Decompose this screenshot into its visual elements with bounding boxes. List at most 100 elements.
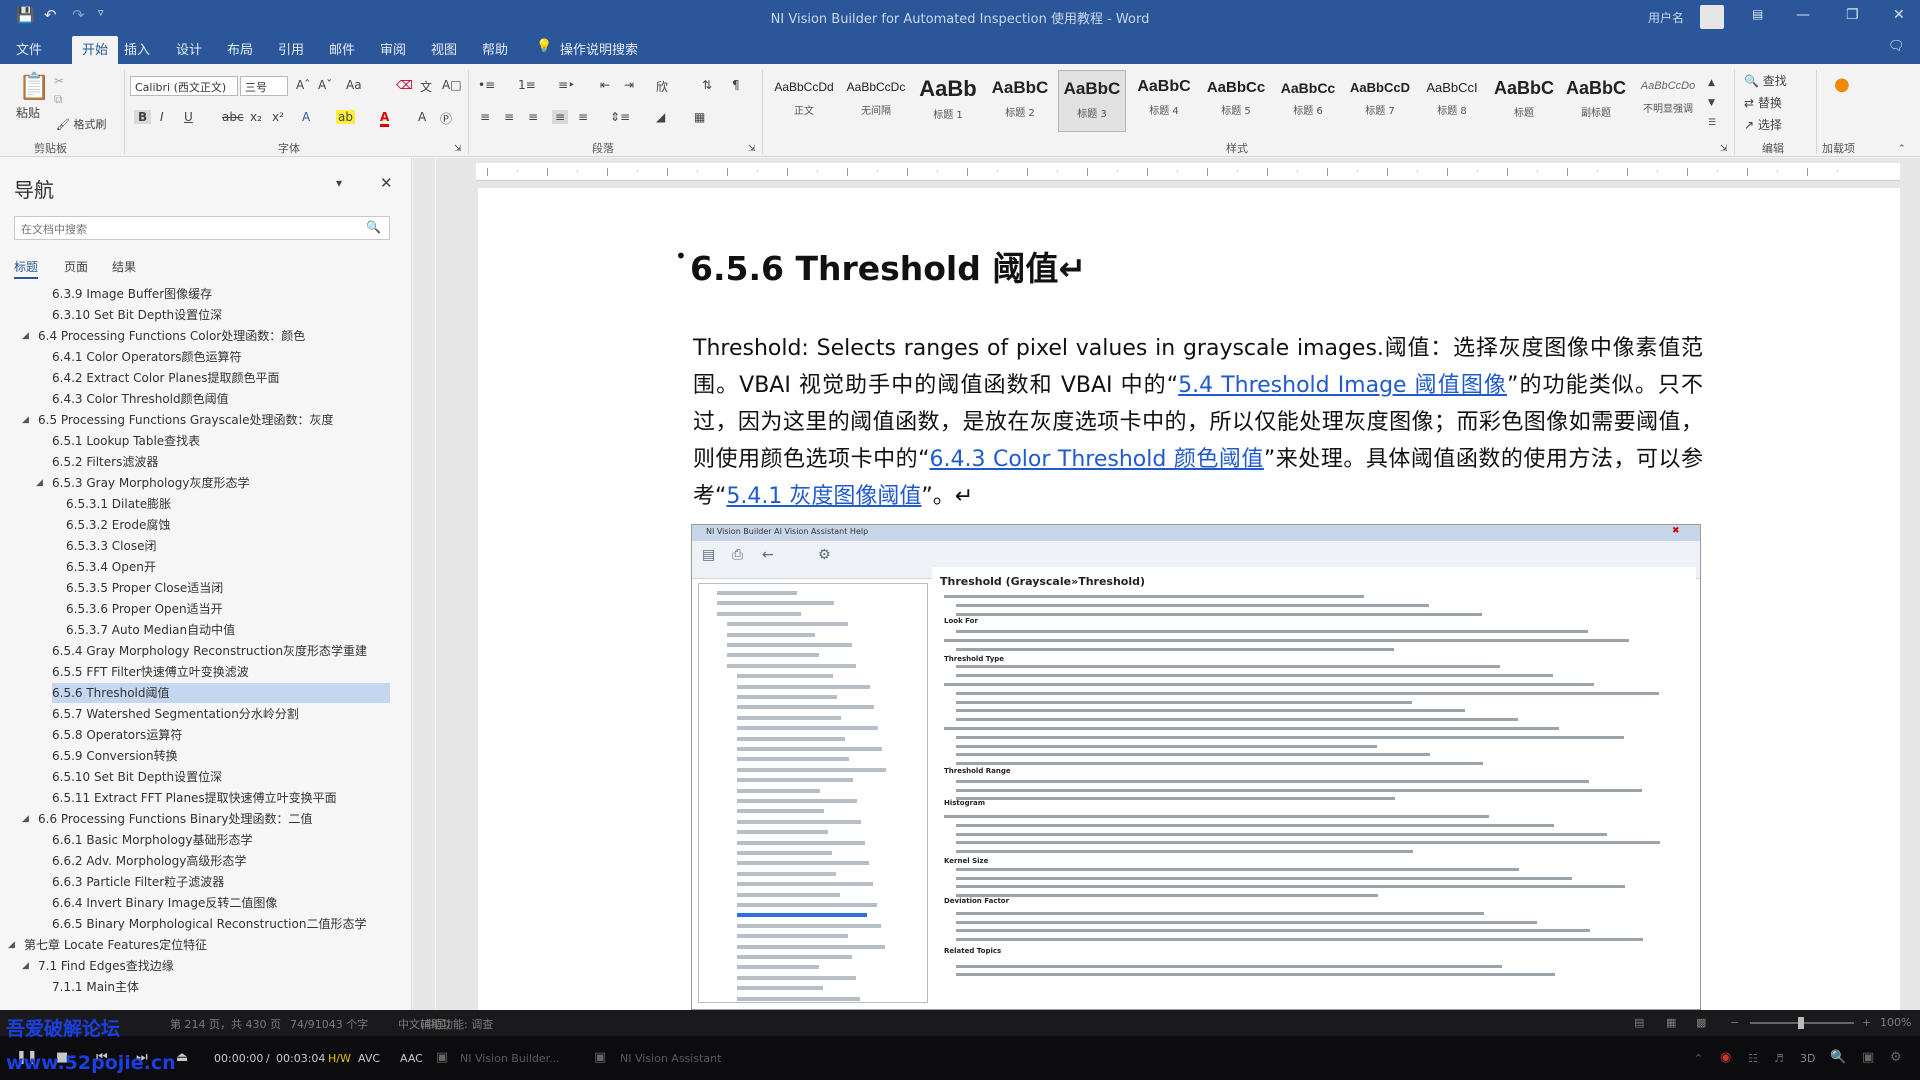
nav-heading-item[interactable]: 6.5.3.2 Erode腐蚀 [66, 515, 390, 535]
paste-icon[interactable]: 📋 [18, 72, 50, 102]
nav-heading-item[interactable]: 6.6 Processing Functions Binary处理函数：二值 [38, 809, 390, 829]
nav-close-icon[interactable]: ✕ [380, 174, 393, 192]
styles-scroll-up-icon[interactable]: ▲ [1708, 78, 1715, 88]
style-heading-4[interactable]: AaBbC 标题 4 [1130, 70, 1198, 132]
nav-heading-item[interactable]: 第七章 Locate Features定位特征 [24, 935, 390, 955]
web-layout-icon[interactable]: ▩ [1696, 1016, 1706, 1029]
tray-record-icon[interactable]: ◉ [1720, 1050, 1731, 1065]
tray-chevron-icon[interactable]: ⌃ [1694, 1052, 1703, 1065]
style-no-spacing[interactable]: AaBbCcDc 无间隔 [842, 70, 910, 132]
nav-heading-item[interactable]: 6.4 Processing Functions Color处理函数：颜色 [38, 326, 390, 346]
styles-dialog-launcher-icon[interactable]: ⇲ [1720, 144, 1728, 154]
tell-me-search[interactable]: 操作说明搜索 [560, 39, 638, 58]
tray-volume-icon[interactable]: ♬ [1774, 1052, 1784, 1065]
nav-heading-item[interactable]: 6.3.10 Set Bit Depth设置位深 [52, 305, 390, 325]
style-heading-6[interactable]: AaBbCc 标题 6 [1274, 70, 1342, 132]
restore-button[interactable]: ❐ [1846, 7, 1859, 23]
style-heading-5[interactable]: AaBbCc 标题 5 [1202, 70, 1270, 132]
font-color-icon[interactable]: A [380, 110, 390, 127]
font-dialog-launcher-icon[interactable]: ⇲ [454, 144, 462, 154]
borders-icon[interactable]: ▦ [694, 110, 705, 124]
show-marks-icon[interactable]: ¶ [732, 78, 740, 92]
link-color-threshold[interactable]: 6.4.3 Color Threshold 颜色阈值 [930, 447, 1264, 472]
customize-quick-access-icon[interactable]: ▿ [98, 6, 104, 19]
shading-icon[interactable]: ◢ [656, 110, 665, 124]
styles-scroll-down-icon[interactable]: ▼ [1708, 98, 1715, 108]
nav-heading-item[interactable]: 6.6.2 Adv. Morphology高级形态学 [52, 851, 390, 871]
nav-heading-item[interactable]: 6.6.1 Basic Morphology基础形态学 [52, 830, 390, 850]
tab-mailings[interactable]: 邮件 [329, 39, 355, 58]
nav-heading-item[interactable]: 6.5.9 Conversion转换 [52, 746, 390, 766]
sort-icon[interactable]: ⇅ [702, 78, 712, 92]
character-shading-icon[interactable]: A [418, 110, 426, 124]
change-case-icon[interactable]: Aa [346, 78, 362, 92]
clear-format-icon[interactable]: ⌫ [396, 78, 413, 92]
print-layout-icon[interactable]: ▦ [1666, 1016, 1676, 1029]
align-left-icon[interactable]: ≡ [480, 110, 490, 124]
grow-font-icon[interactable]: Aˆ [296, 78, 310, 92]
zoom-level[interactable]: 100% [1880, 1016, 1911, 1029]
align-center-icon[interactable]: ≡ [504, 110, 514, 124]
word-count[interactable]: 74/91043 个字 [290, 1016, 368, 1032]
style-subtle-emphasis[interactable]: AaBbCcDo 不明显强调 [1634, 70, 1702, 132]
nav-heading-item[interactable]: 6.5.7 Watershed Segmentation分水岭分割 [52, 704, 390, 724]
multilevel-list-icon[interactable]: ≡‣ [558, 78, 575, 92]
user-name[interactable]: 用户名 [1648, 9, 1684, 26]
nav-heading-item[interactable]: 6.5.4 Gray Morphology Reconstruction灰度形态… [52, 641, 390, 661]
tab-references[interactable]: 引用 [278, 39, 304, 58]
nav-collapse-caret[interactable]: ◢ [22, 415, 29, 425]
document-page[interactable]: • 6.5.6 Threshold 阈值↵ Threshold: Selects… [478, 188, 1900, 1010]
strikethrough-icon[interactable]: abc [222, 110, 244, 124]
nav-heading-item[interactable]: 6.5.2 Filters滤波器 [52, 452, 390, 472]
phonetic-guide-icon[interactable]: 文 [420, 78, 432, 95]
distributed-icon[interactable]: ≡ [578, 110, 588, 124]
cut-icon[interactable]: ✂ [54, 74, 64, 88]
nav-heading-item[interactable]: 6.5 Processing Functions Grayscale处理函数：灰… [38, 410, 390, 430]
zoom-in-icon[interactable]: + [1862, 1016, 1871, 1029]
nav-heading-item[interactable]: 6.4.3 Color Threshold颜色阈值 [52, 389, 390, 409]
select-button[interactable]: ↗ 选择 [1744, 116, 1782, 133]
bold-button[interactable]: B [134, 110, 152, 124]
style-heading-7[interactable]: AaBbCcD 标题 7 [1346, 70, 1414, 132]
nav-heading-item[interactable]: 6.5.10 Set Bit Depth设置位深 [52, 767, 390, 787]
nav-search-input[interactable]: 在文档中搜索 [14, 216, 390, 240]
styles-more-icon[interactable]: ☰ [1708, 118, 1716, 128]
zoom-out-icon[interactable]: − [1730, 1016, 1739, 1029]
taskbar-app-icon[interactable]: ▣ [436, 1050, 448, 1065]
collapse-ribbon-icon[interactable]: ⌃ [1898, 144, 1906, 154]
nav-heading-item[interactable]: 6.4.1 Color Operators颜色运算符 [52, 347, 390, 367]
subscript-icon[interactable]: x₂ [250, 110, 262, 124]
numbering-icon[interactable]: 1≡ [518, 78, 536, 92]
settings-icon[interactable]: ⚙ [1890, 1050, 1902, 1065]
enclose-characters-icon[interactable]: Ⓟ [440, 110, 452, 127]
read-mode-icon[interactable]: ▤ [1634, 1016, 1644, 1029]
page-count[interactable]: 第 214 页，共 430 页 [170, 1016, 281, 1032]
align-right-icon[interactable]: ≡ [528, 110, 538, 124]
minimize-button[interactable]: — [1796, 7, 1810, 23]
tray-fullscreen-icon[interactable]: ▣ [1862, 1050, 1874, 1065]
nav-collapse-caret[interactable]: ◢ [22, 814, 29, 824]
find-button[interactable]: 🔍 查找 [1744, 72, 1787, 89]
nav-tab-headings[interactable]: 标题 [14, 258, 39, 279]
bullets-icon[interactable]: •≡ [478, 78, 495, 92]
style-heading-2[interactable]: AaBbC 标题 2 [986, 70, 1054, 132]
nav-heading-item[interactable]: 6.5.3.6 Proper Open适当开 [66, 599, 390, 619]
character-border-icon[interactable]: A□ [442, 78, 462, 92]
line-spacing-icon[interactable]: ⇕≡ [610, 110, 630, 124]
nav-heading-item[interactable]: 7.1.1 Main主体 [52, 977, 390, 997]
close-button[interactable]: ✕ [1893, 7, 1905, 23]
nav-heading-item[interactable]: 6.3.9 Image Buffer图像缓存 [52, 284, 390, 304]
ribbon-display-options-icon[interactable]: ▤ [1752, 7, 1763, 21]
redo-icon[interactable]: ↷ [72, 6, 85, 24]
text-effects-icon[interactable]: A [302, 110, 310, 124]
taskbar-vision-assistant[interactable]: NI Vision Assistant [620, 1052, 721, 1065]
tab-help[interactable]: 帮助 [482, 39, 508, 58]
nav-tab-pages[interactable]: 页面 [64, 258, 88, 275]
style-heading-8[interactable]: AaBbCcI 标题 8 [1418, 70, 1486, 132]
hw-decode-badge[interactable]: H/W [328, 1052, 351, 1065]
zoom-slider-thumb[interactable] [1798, 1017, 1804, 1029]
copy-icon[interactable]: ⧉ [54, 92, 63, 107]
tab-design[interactable]: 设计 [176, 39, 202, 58]
underline-button[interactable]: U [184, 110, 193, 124]
eject-icon[interactable]: ⏏ [176, 1050, 188, 1065]
